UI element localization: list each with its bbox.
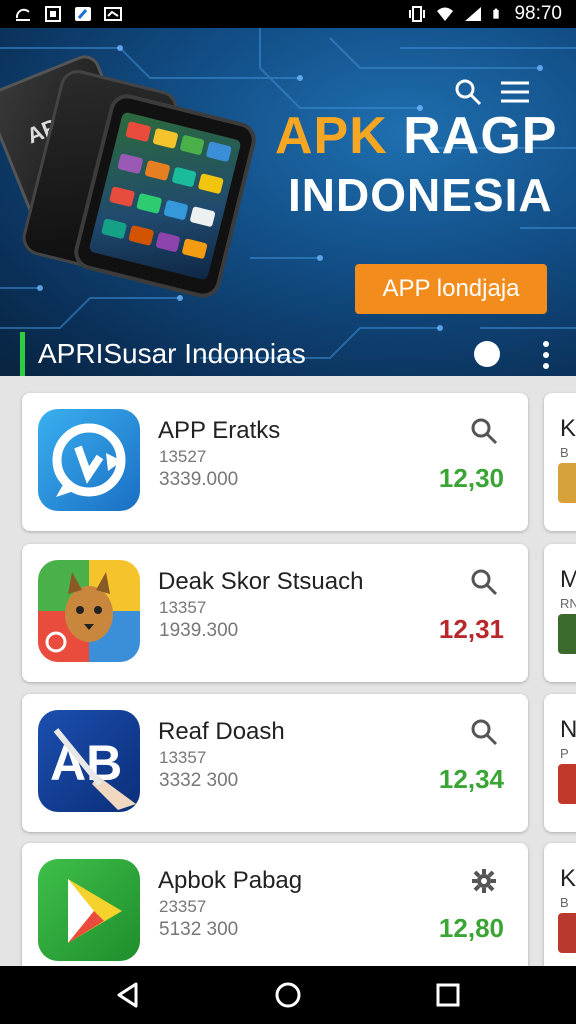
banner-title-rest: RAGP: [387, 107, 558, 165]
search-icon[interactable]: [470, 417, 498, 445]
navigation-bar: [0, 966, 576, 1024]
app-meta-line1: 13527: [159, 447, 207, 466]
gear-icon[interactable]: [470, 867, 498, 895]
vibrate-icon: [409, 6, 426, 22]
app-name: APP Eratks: [158, 417, 281, 444]
phone-screen: [88, 111, 242, 281]
app-icon-lynx: [38, 560, 140, 662]
menu-icon[interactable]: [500, 80, 530, 104]
banner-title: APK RAGP: [275, 106, 557, 166]
peek-card-image: [558, 913, 576, 953]
app-name: Reaf Doash: [158, 718, 285, 745]
peek-card-image: [558, 764, 576, 804]
peek-card-sub: RN: [560, 596, 576, 611]
banner-title-accent: APK: [275, 107, 388, 165]
search-icon[interactable]: [470, 568, 498, 596]
peek-card[interactable]: K B: [544, 393, 576, 531]
wifi-icon: [437, 7, 454, 21]
peek-card-sub: P: [560, 746, 569, 761]
peek-card-sub: B: [560, 445, 569, 460]
section-indicator: [20, 332, 25, 376]
hero-banner: APP APK RAGP INDONESIA APP londjaja APRI…: [0, 28, 576, 376]
app-name: Apbok Pabag: [158, 867, 303, 894]
notification-icon: [104, 7, 122, 21]
banner-cta-button[interactable]: APP londjaja: [355, 264, 547, 314]
app-card[interactable]: AB Reaf Doash 13357 3332 300 12,34: [22, 694, 528, 832]
toggle-dot-icon[interactable]: [474, 341, 500, 367]
peek-card-initial: K: [560, 865, 576, 892]
peek-card[interactable]: N P: [544, 694, 576, 832]
app-icon-refresh: [38, 409, 140, 511]
search-icon[interactable]: [454, 78, 482, 106]
back-icon[interactable]: [114, 981, 142, 1009]
peek-card-image: [558, 463, 576, 503]
battery-icon: [493, 8, 500, 19]
app-value: 12,34: [438, 764, 504, 794]
peek-card-initial: N: [560, 716, 576, 743]
app-value: 12,30: [438, 463, 504, 493]
peek-card-sub: B: [560, 895, 569, 910]
peek-card-image: [558, 614, 576, 654]
banner-subtitle: INDONESIA: [288, 169, 553, 221]
app-card[interactable]: Deak Skor Stsuach 13357 1939.300 12,31: [22, 544, 528, 682]
app-meta-line2: 5132 300: [159, 919, 239, 940]
app-meta-line2: 3332 300: [159, 770, 239, 791]
app-meta-line2: 3339.000: [159, 469, 239, 490]
app-icon-ab: AB: [38, 710, 140, 812]
app-name: Deak Skor Stsuach: [158, 568, 364, 595]
recents-icon[interactable]: [434, 981, 462, 1009]
peek-card[interactable]: M RN: [544, 544, 576, 682]
section-title: APRISusar Indonoias: [38, 338, 306, 369]
more-vert-icon[interactable]: [541, 340, 551, 370]
app-value: 12,80: [438, 913, 504, 943]
peek-card[interactable]: K B: [544, 843, 576, 981]
app-card[interactable]: APP Eratks 13527 3339.000 12,30: [22, 393, 528, 531]
status-time: 98:70: [514, 3, 562, 24]
search-icon[interactable]: [470, 718, 498, 746]
app-meta-line2: 1939.300: [159, 620, 239, 641]
app-icon-play: [38, 859, 140, 961]
app-meta-line1: 23357: [159, 897, 207, 916]
app-meta-line1: 13357: [159, 748, 207, 767]
peek-card-initial: M: [560, 566, 576, 593]
app-value: 12,31: [438, 614, 504, 644]
peek-card-initial: K: [560, 415, 576, 442]
app-icon: [75, 7, 91, 21]
home-icon[interactable]: [274, 981, 302, 1009]
app-meta-line1: 13357: [159, 598, 207, 617]
sim-icon: [45, 6, 61, 22]
status-bar: 98:70: [0, 0, 576, 28]
app-card[interactable]: Apbok Pabag 23357 5132 300 12,80: [22, 843, 528, 981]
sync-icon: [15, 8, 30, 21]
signal-icon: [465, 7, 482, 21]
